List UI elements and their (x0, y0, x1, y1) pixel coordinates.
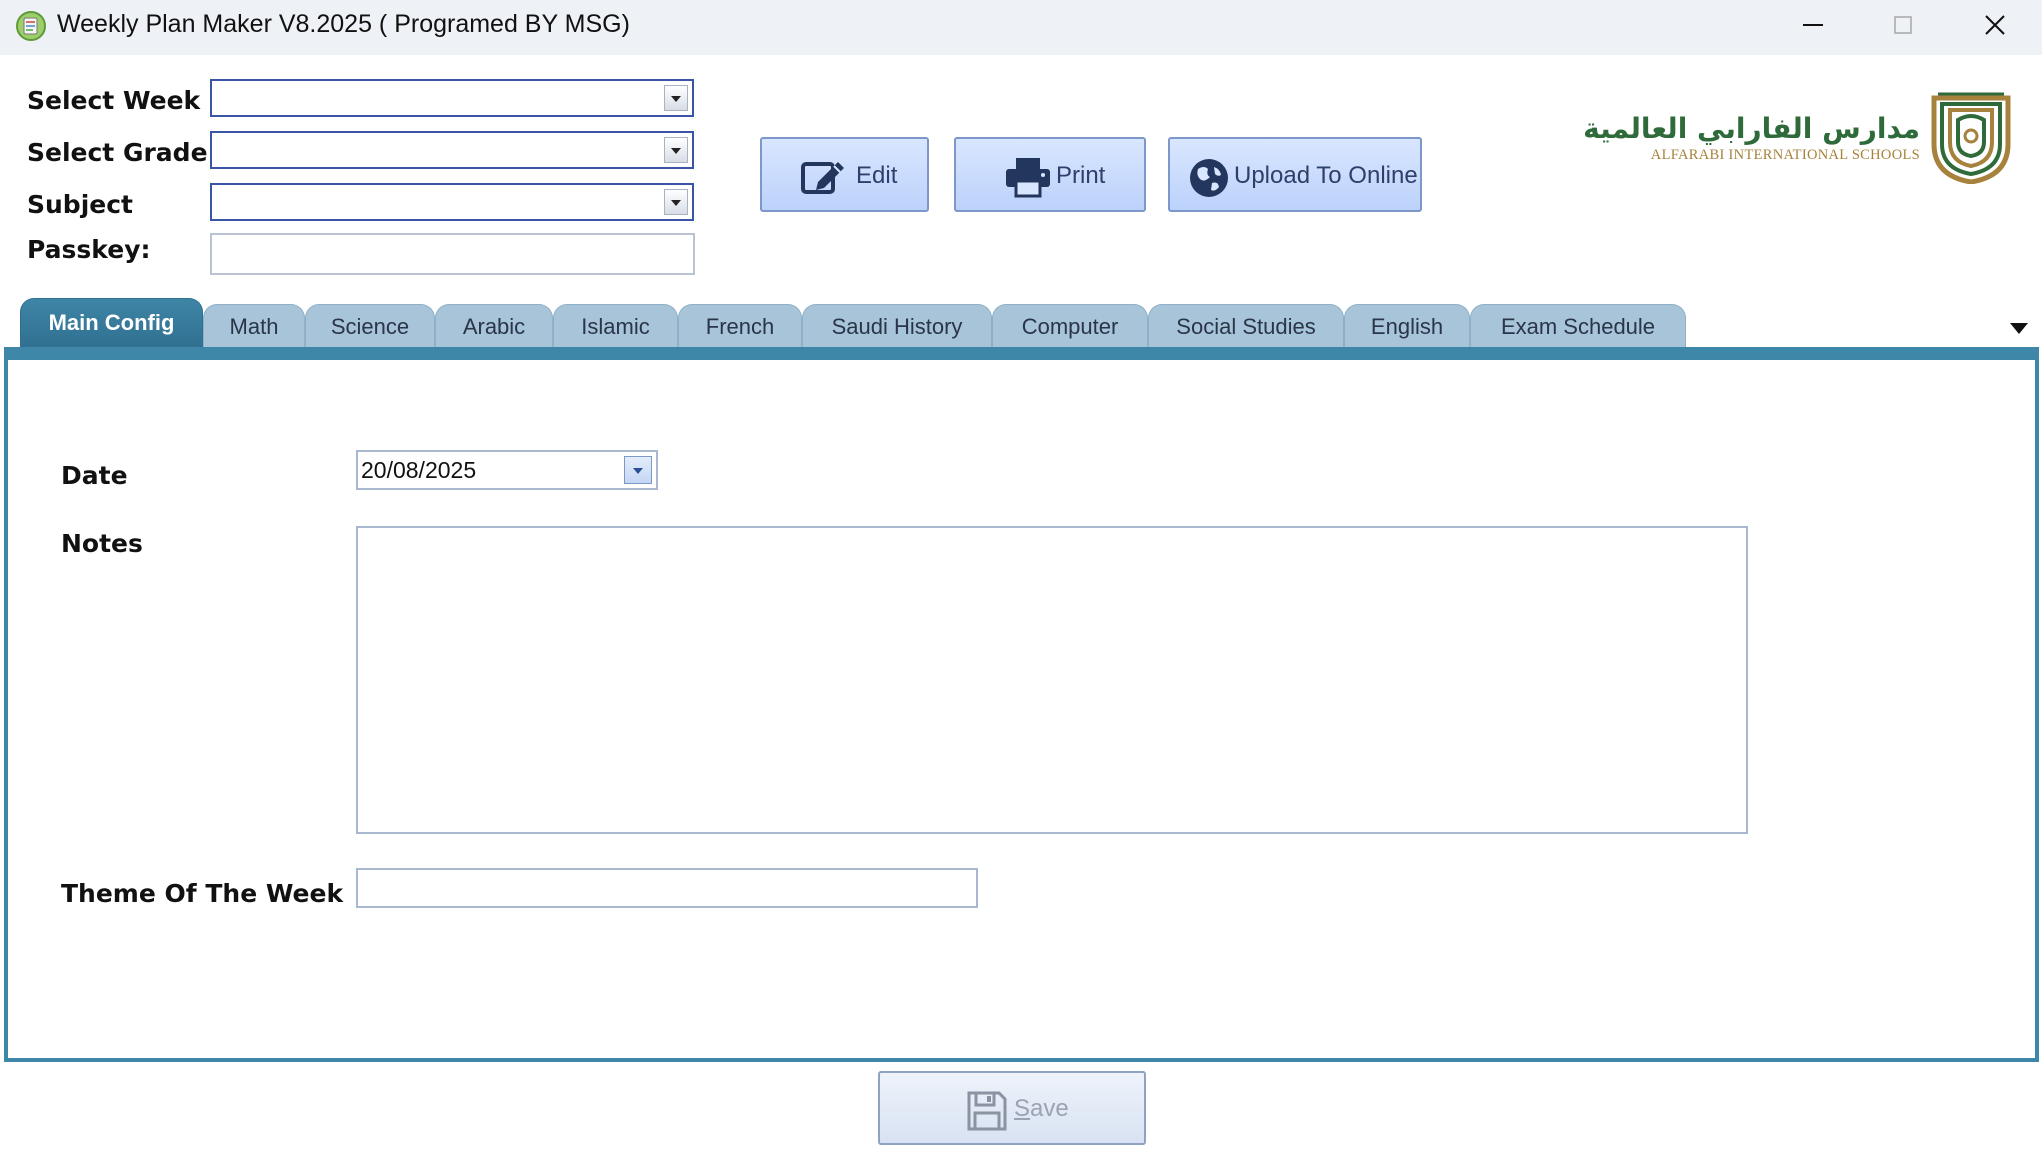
select-grade-combo[interactable] (210, 131, 694, 169)
edit-button[interactable]: Edit (760, 137, 929, 212)
passkey-label: Passkey: (27, 235, 151, 264)
printer-icon (1006, 158, 1050, 198)
globe-icon (1190, 159, 1228, 197)
select-grade-label: Select Grade (27, 138, 208, 167)
theme-of-week-input[interactable] (356, 868, 978, 908)
upload-online-button[interactable]: Upload To Online (1168, 137, 1422, 212)
edit-button-label: Edit (856, 162, 898, 189)
minimize-icon (1803, 24, 1823, 26)
minimize-button[interactable] (1768, 4, 1858, 48)
school-emblem-icon (1931, 92, 2011, 184)
close-icon (1985, 15, 2005, 35)
select-week-label: Select Week (27, 86, 201, 115)
print-button-label: Print (1056, 162, 1106, 189)
save-button[interactable]: Save (878, 1071, 1146, 1145)
date-label: Date (61, 461, 128, 490)
title-bar: Weekly Plan Maker V8.2025 ( Programed BY… (0, 0, 2042, 55)
chevron-down-icon[interactable] (664, 137, 688, 163)
window-title: Weekly Plan Maker V8.2025 ( Programed BY… (57, 10, 630, 38)
maximize-icon (1894, 16, 1912, 34)
tab-social-studies[interactable]: Social Studies (1148, 304, 1344, 348)
school-logo-english: ALFARABI INTERNATIONAL SCHOOLS (1650, 147, 1920, 163)
date-picker[interactable]: 20/08/2025 (356, 450, 658, 490)
maximize-button[interactable] (1858, 4, 1948, 48)
tab-islamic[interactable]: Islamic (553, 304, 678, 348)
tab-exam-schedule[interactable]: Exam Schedule (1470, 304, 1686, 348)
subject-label: Subject (27, 190, 133, 219)
app-icon (16, 11, 46, 41)
edit-icon (801, 162, 844, 194)
subject-combo[interactable] (210, 183, 694, 221)
tab-math[interactable]: Math (203, 304, 305, 348)
tab-english[interactable]: English (1344, 304, 1470, 348)
school-logo-arabic: مدارس الفارابي العالمية (1583, 112, 1920, 145)
select-week-combo[interactable] (210, 79, 694, 117)
calendar-dropdown-icon[interactable] (624, 456, 652, 484)
tab-scroll-down-icon[interactable] (2010, 323, 2028, 334)
tab-arabic[interactable]: Arabic (435, 304, 553, 348)
notes-label: Notes (61, 529, 143, 558)
print-button[interactable]: Print (954, 137, 1146, 212)
upload-online-button-label: Upload To Online (1234, 162, 1418, 189)
close-button[interactable] (1950, 4, 2040, 48)
tab-french[interactable]: French (678, 304, 802, 348)
tab-computer[interactable]: Computer (992, 304, 1148, 348)
theme-of-week-label: Theme Of The Week (61, 879, 344, 908)
floppy-disk-icon (967, 1091, 1007, 1131)
tab-main-config[interactable]: Main Config (20, 298, 203, 350)
chevron-down-icon[interactable] (664, 189, 688, 215)
tab-science[interactable]: Science (305, 304, 435, 348)
passkey-input[interactable] (210, 233, 695, 275)
chevron-down-icon[interactable] (664, 85, 688, 111)
save-button-label: Save (1014, 1095, 1069, 1122)
notes-textarea[interactable] (356, 526, 1748, 834)
date-value: 20/08/2025 (361, 457, 477, 483)
tab-saudi-history[interactable]: Saudi History (802, 304, 992, 348)
